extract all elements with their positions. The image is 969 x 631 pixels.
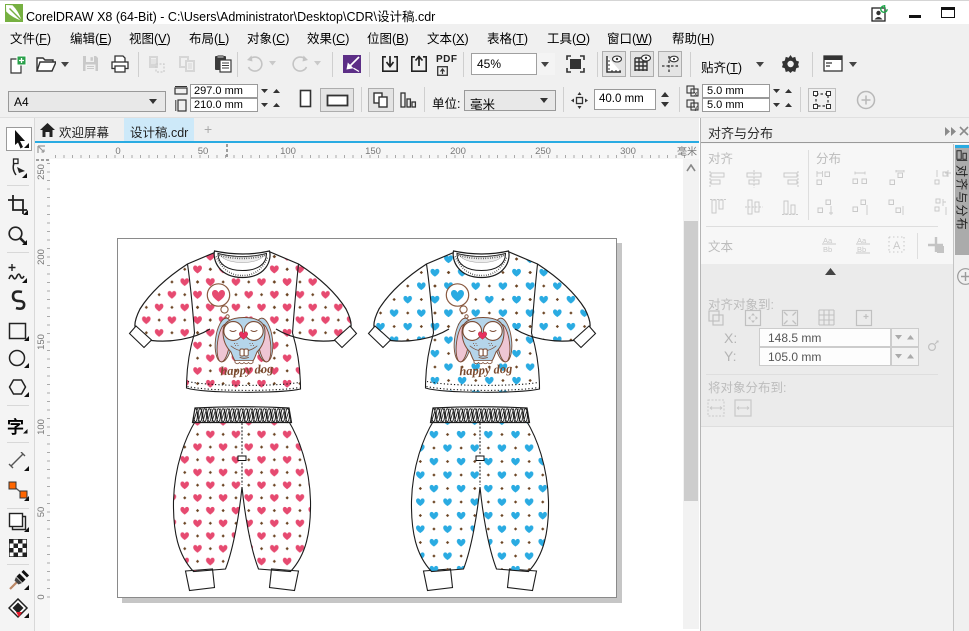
svg-text:250: 250 <box>535 146 551 157</box>
svg-text:Bb: Bb <box>857 245 866 254</box>
svg-text:0: 0 <box>115 146 120 157</box>
svg-text:100: 100 <box>36 419 47 435</box>
svg-text:150: 150 <box>365 146 381 157</box>
svg-text:happy dog: happy dog <box>220 362 274 379</box>
svg-text:250: 250 <box>36 164 47 180</box>
svg-text:200: 200 <box>450 146 466 157</box>
svg-text:A: A <box>893 240 901 252</box>
svg-text:100: 100 <box>280 146 296 157</box>
svg-text:happy dog: happy dog <box>459 362 513 379</box>
svg-text:毫米: 毫米 <box>677 145 697 158</box>
svg-text:Bb: Bb <box>823 245 832 254</box>
svg-text:0: 0 <box>36 594 47 599</box>
svg-text:200: 200 <box>36 249 47 265</box>
svg-text:150: 150 <box>36 334 47 350</box>
svg-text:50: 50 <box>36 507 47 518</box>
svg-text:50: 50 <box>198 146 209 157</box>
svg-text:对齐与分布: 对齐与分布 <box>955 165 969 231</box>
svg-text:300: 300 <box>620 146 636 157</box>
